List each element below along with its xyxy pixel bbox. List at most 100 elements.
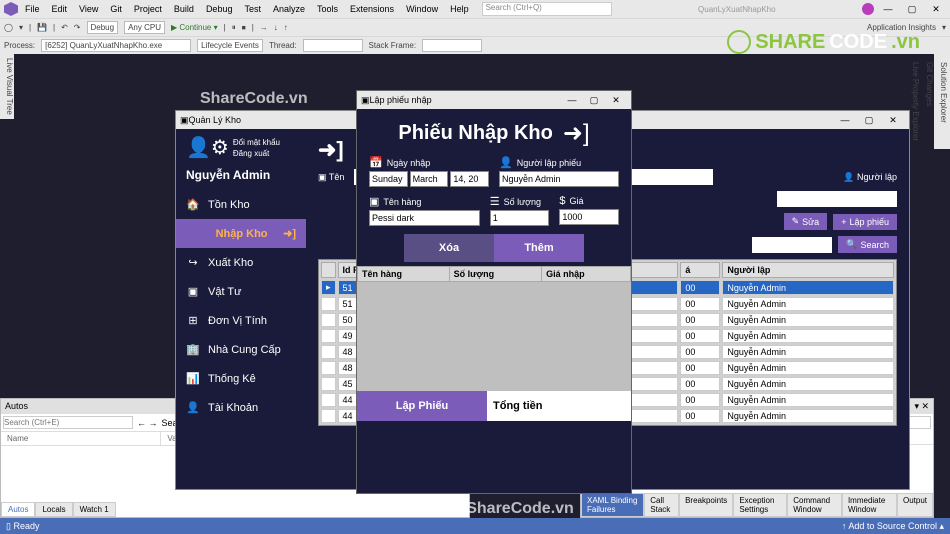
ngay-nhap-label: 📅Ngày nhập [369,156,489,169]
close-button[interactable]: ✕ [926,4,946,15]
date-day[interactable] [450,171,489,187]
sidebar-item-6[interactable]: 📊Thống Kê [176,364,306,393]
menu-debug[interactable]: Debug [201,2,238,16]
tab-locals[interactable]: Locals [35,502,72,517]
tab-autos[interactable]: Autos [1,502,35,517]
sidebar-item-4[interactable]: ⊞Đơn Vị Tính [176,306,306,335]
menu-analyze[interactable]: Analyze [268,2,310,16]
sidebar-item-0[interactable]: 🏠Tồn Kho [176,190,306,219]
app-maximize[interactable]: ▢ [857,115,881,126]
menu-git[interactable]: Git [105,2,127,16]
gia-input[interactable] [559,209,619,225]
nav-label: Nhập Kho [216,228,268,240]
back-icon[interactable]: ◯ [4,23,13,32]
watermark-bottom: Copyright © ShareCode.vn [370,500,574,518]
tab-exception[interactable]: Exception Settings [733,493,787,517]
tab-live-property[interactable]: Live Property Explorer [908,58,922,145]
them-button[interactable]: Thêm [494,234,584,262]
app-icon: ▣ [180,115,189,126]
logout-link[interactable]: Đăng xuất [233,148,280,159]
tab-output[interactable]: Output [897,493,933,517]
config-combo[interactable]: Debug [87,21,119,34]
ten-hang-input[interactable] [369,210,480,226]
nav-label: Đơn Vị Tính [208,315,267,327]
vs-search-input[interactable]: Search (Ctrl+Q) [482,2,612,16]
dialog-titlebar: ▣ Lập phiếu nhập — ▢ ✕ [357,91,631,109]
tab-callstack[interactable]: Call Stack [644,493,679,517]
sidebar-item-7[interactable]: 👤Tài Khoản [176,393,306,422]
sidebar-item-2[interactable]: ↪Xuất Kho [176,248,306,277]
tab-solution-explorer[interactable]: Solution Explorer [936,58,950,145]
nguoi-lap-phieu-input[interactable] [499,171,619,187]
dialog-heading: Phiếu Nhập Kho [398,122,552,145]
dialog-lap-phieu-nhap: ▣ Lập phiếu nhập — ▢ ✕ Phiếu Nhập Kho ➜]… [356,90,632,494]
menu-file[interactable]: File [20,2,45,16]
stack-combo[interactable] [422,39,482,52]
sidebar-item-5[interactable]: 🏢 Nhà Cung Cấp [176,335,306,364]
sidebar-item-1[interactable]: Nhập Kho➜] [176,219,306,248]
list-icon: ☰ [490,195,500,208]
add-source-control[interactable]: ↑ Add to Source Control ▴ [842,521,944,532]
menu-test[interactable]: Test [239,2,266,16]
continue-button[interactable]: ▶ Continue ▾ [171,23,218,32]
process-combo[interactable]: [6252] QuanLyXuatNhapKho.exe [41,39,191,52]
nav-icon: 👤 [186,401,200,414]
thread-combo[interactable] [303,39,363,52]
status-ready: ▯ Ready [6,521,39,532]
menu-view[interactable]: View [74,2,103,16]
menu-edit[interactable]: Edit [47,2,73,16]
nguoi-lap-input[interactable] [777,191,897,207]
menu-project[interactable]: Project [129,2,167,16]
tab-immediate[interactable]: Immediate Window [842,493,897,517]
tab-git-changes[interactable]: Git Changes [922,58,936,145]
nav-label: Thống Kê [208,373,256,385]
dialog-minimize[interactable]: — [561,95,583,105]
minimize-button[interactable]: — [878,4,898,14]
menu-tools[interactable]: Tools [312,2,343,16]
tab-watch1[interactable]: Watch 1 [73,502,116,517]
tab-cmdwin[interactable]: Command Window [787,493,842,517]
app-minimize[interactable]: — [833,115,857,125]
xoa-button[interactable]: Xóa [404,234,494,262]
so-luong-input[interactable] [490,210,550,226]
process-label: Process: [4,41,35,50]
menu-extensions[interactable]: Extensions [345,2,399,16]
nav-label: Nhà Cung Cấp [208,344,281,356]
change-password-link[interactable]: Đổi mật khẩu [233,137,280,148]
user-avatar-icon[interactable] [862,3,874,15]
tab-xaml-bind[interactable]: XAML Binding Failures [581,493,644,517]
vs-left-tab[interactable]: Live Visual Tree [0,54,14,119]
maximize-button[interactable]: ▢ [902,4,922,15]
dialog-items-grid[interactable]: Tên hàng Số lượng Giá nhập [357,266,631,391]
solution-title: QuanLyXuatNhapKho [614,5,860,14]
date-month[interactable] [410,171,449,187]
autos-search-input[interactable] [3,416,133,429]
menu-build[interactable]: Build [169,2,199,16]
nav-icon: ▣ [186,285,200,298]
date-dow[interactable] [369,171,408,187]
dialog-close[interactable]: ✕ [605,95,627,106]
sidebar-item-3[interactable]: ▣Vật Tư [176,277,306,306]
nav-icon: 🏠 [186,198,200,211]
ten-label: ▣ Tên [318,172,344,183]
app-close[interactable]: ✕ [881,115,905,126]
search-input[interactable] [752,237,832,253]
person-icon: 👤 [499,156,513,169]
dialog-maximize[interactable]: ▢ [583,95,605,106]
menu-help[interactable]: Help [445,2,474,16]
thread-label: Thread: [269,41,297,50]
stack-label: Stack Frame: [369,41,417,50]
lifecycle-combo[interactable]: Lifecycle Events [197,39,263,52]
menu-window[interactable]: Window [401,2,443,16]
box-icon: ▣ [369,195,379,208]
search-button[interactable]: 🔍 Search [838,236,897,253]
tab-breakpoints[interactable]: Breakpoints [679,493,733,517]
nav-label: Xuất Kho [208,257,253,269]
lap-phieu-button[interactable]: + Lập phiếu [833,214,897,230]
nav-icon: 🏢 [186,343,200,356]
sua-button[interactable]: ✎ Sửa [784,213,828,230]
lap-phieu-submit-button[interactable]: Lập Phiếu [357,391,487,421]
vs-right-tabs: Solution Explorer Git Changes Live Prope… [934,54,950,149]
platform-combo[interactable]: Any CPU [124,21,165,34]
user-gear-icon: 👤⚙ [186,135,229,160]
